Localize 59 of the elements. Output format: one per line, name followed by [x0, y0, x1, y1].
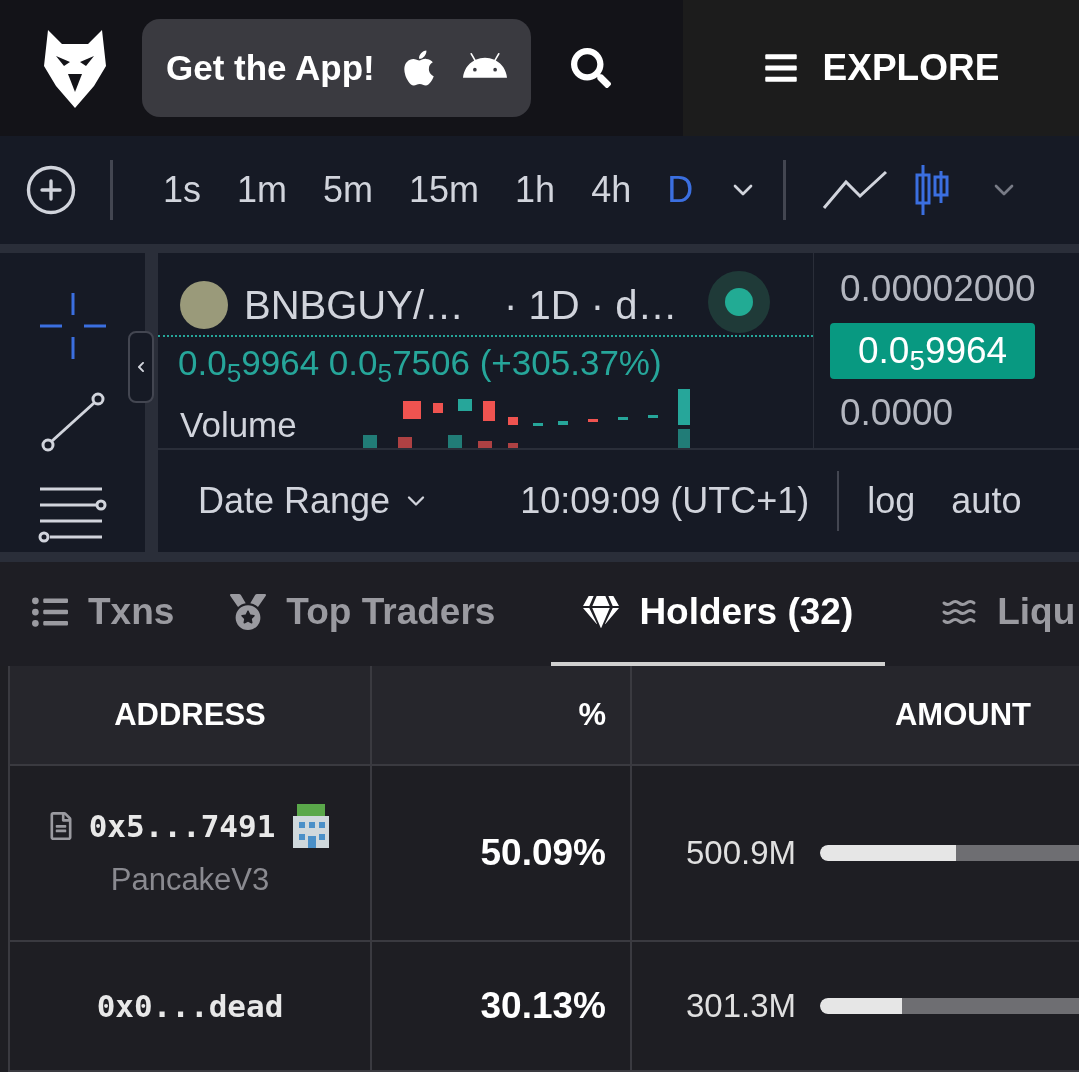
candle [458, 399, 472, 412]
amount-cell-text: 301.3M [684, 986, 796, 1027]
get-app-button[interactable]: Get the App! [142, 19, 531, 118]
address-tag: PancakeV3 [110, 857, 270, 904]
chevron-left-icon [135, 361, 147, 374]
crosshair-icon[interactable] [39, 293, 106, 360]
tab[interactable]: Liqu [941, 561, 1076, 666]
tab[interactable]: Top Traders [230, 561, 496, 666]
medal-icon [230, 593, 267, 630]
timeframe-button[interactable]: 1h [497, 162, 574, 217]
diamond-icon [583, 593, 620, 630]
volume-bar [398, 437, 412, 449]
timeframe-button[interactable]: 1m [219, 162, 306, 217]
candle [508, 417, 518, 426]
search-icon [570, 48, 611, 89]
address-link[interactable]: 0x5...7491 [88, 802, 276, 849]
auto-scale-button[interactable]: auto [951, 474, 1022, 529]
candle [678, 389, 690, 426]
candle [618, 417, 628, 421]
tab[interactable]: Txns [32, 561, 175, 666]
token-avatar [180, 281, 228, 330]
amount-cell-text: 500.9M [684, 833, 796, 874]
column-header: ADDRESS [10, 666, 372, 764]
volume-bar [363, 435, 377, 449]
symbol-label: BNBGUY/… [244, 282, 465, 330]
interval-label: · 1D · d… [504, 282, 678, 330]
candle [483, 401, 495, 422]
candle [558, 421, 568, 426]
timeframe-button[interactable]: 1s [145, 162, 220, 217]
percent-cell-text: 30.13% [480, 984, 606, 1029]
log-scale-button[interactable]: log [867, 474, 916, 529]
volume-bar [678, 429, 690, 449]
candle [533, 423, 543, 427]
bank-building-icon [291, 803, 332, 848]
candle [433, 403, 443, 414]
candle [588, 419, 598, 423]
explore-button[interactable]: EXPLORE [683, 0, 1079, 137]
timeframe-button[interactable]: 4h [573, 162, 650, 217]
timeframe-button[interactable]: 5m [305, 162, 392, 217]
volume-bar [448, 435, 462, 449]
timeframe-button[interactable]: D [649, 162, 712, 217]
price-scale-label: 0.0000 [839, 391, 955, 435]
column-header: AMOUNT [893, 695, 1032, 734]
trend-line-icon[interactable] [39, 391, 106, 454]
address-link[interactable]: 0x0...dead [96, 982, 284, 1030]
date-range-button[interactable]: Date Range [198, 474, 431, 529]
horizontal-lines-icon[interactable] [37, 485, 108, 544]
price-legend: 0.0$_{5}$9964 0.0$_{5}$7506 (+305.37%) [178, 337, 662, 390]
volume-label: Volume [180, 404, 297, 447]
volume-bar [508, 443, 518, 449]
candle [648, 415, 658, 419]
time-label: 10:09:09 (UTC+1) [520, 479, 810, 524]
current-price-tag: 0.0$_{5}$9964 [830, 323, 1036, 379]
column-header: % [372, 666, 632, 764]
candle [403, 401, 421, 420]
price-scale-label: 0.00002000 [839, 267, 1037, 312]
volume-bar [478, 441, 492, 449]
timeframe-button[interactable]: 15m [391, 162, 498, 217]
percent-cell-text: 50.09% [480, 831, 606, 876]
